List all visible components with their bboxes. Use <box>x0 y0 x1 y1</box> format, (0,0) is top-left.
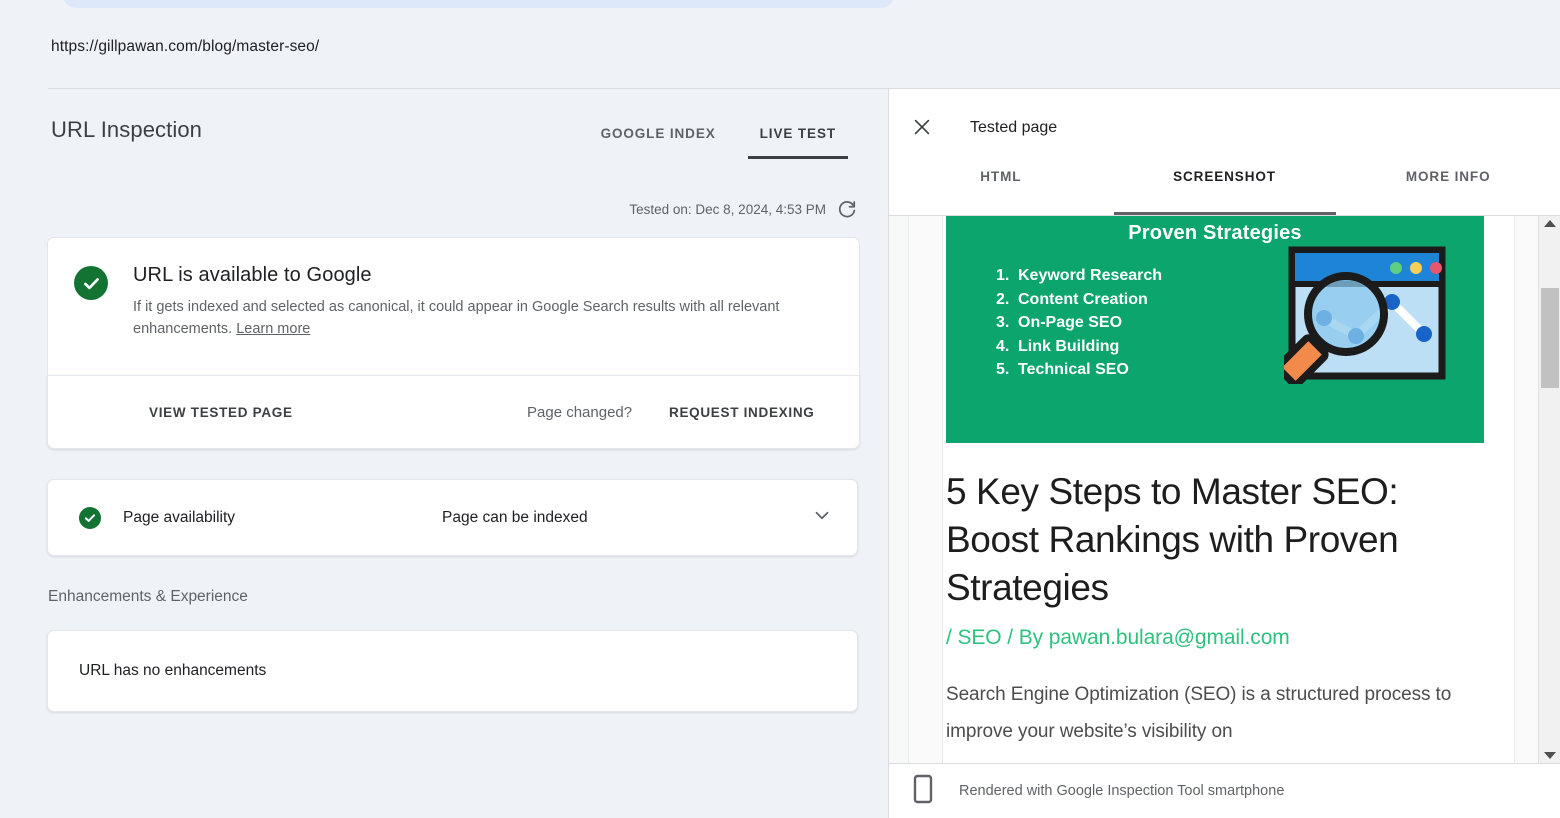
tab-html[interactable]: HTML <box>889 161 1113 215</box>
panel-title: Tested page <box>970 119 1058 136</box>
article-body-text: Search Engine Optimization (SEO) is a st… <box>946 684 1452 742</box>
article-meta: / SEO / By pawan.bulara@gmail.com <box>946 626 1290 649</box>
view-tested-page-button[interactable]: VIEW TESTED PAGE <box>149 405 293 420</box>
scrollbar-thumb[interactable] <box>1541 288 1559 388</box>
tab-screenshot[interactable]: SCREENSHOT <box>1113 161 1337 215</box>
preview-gutter-left-inner <box>909 216 943 763</box>
tab-google-index[interactable]: GOOGLE INDEX <box>579 120 738 159</box>
tested-on-text: Tested on: Dec 8, 2024, 4:53 PM <box>629 201 826 217</box>
check-circle-icon <box>74 266 108 300</box>
list-item-number: 5. <box>996 361 1010 378</box>
header-divider <box>48 88 888 89</box>
enhancements-card: URL has no enhancements <box>47 630 858 712</box>
status-description: If it gets indexed and selected as canon… <box>133 297 833 341</box>
screenshot-preview-area: Proven Strategies 1. Keyword Research 2. C… <box>889 216 1560 763</box>
browser-window-magnifier-chart-icon <box>1275 244 1450 389</box>
list-item-number: 3. <box>996 314 1010 331</box>
smartphone-icon <box>912 774 934 809</box>
page-availability-label: Page availability <box>123 508 236 526</box>
page-availability-row[interactable]: Page availability Page can be indexed <box>47 479 858 556</box>
list-item: 1. Keyword Research <box>996 264 1162 288</box>
search-bar-sliver[interactable] <box>62 0 895 8</box>
inspected-url: https://gillpawan.com/blog/master-seo/ <box>51 38 320 55</box>
enhancements-empty-text: URL has no enhancements <box>79 662 267 679</box>
list-item-number: 2. <box>996 290 1010 308</box>
check-circle-icon <box>79 506 101 529</box>
page-changed-label: Page changed? <box>527 403 633 421</box>
list-item-label: Technical SEO <box>1018 361 1129 378</box>
page-availability-value: Page can be indexed <box>442 508 588 526</box>
status-card-actions: VIEW TESTED PAGE Page changed? REQUEST I… <box>47 375 860 449</box>
status-card: URL is available to Google If it gets in… <box>47 237 860 375</box>
request-indexing-button[interactable]: REQUEST INDEXING <box>669 405 814 420</box>
refresh-icon[interactable] <box>836 198 858 220</box>
list-item: 5. Technical SEO <box>996 358 1162 382</box>
list-item: 4. Link Building <box>996 335 1162 359</box>
left-pane: https://gillpawan.com/blog/master-seo/ U… <box>0 0 895 818</box>
status-description-text: If it gets indexed and selected as canon… <box>133 299 780 337</box>
list-item-label: Keyword Research <box>1018 267 1163 284</box>
url-inspection-screen: https://gillpawan.com/blog/master-seo/ U… <box>0 0 1560 818</box>
rendered-page-preview: Proven Strategies 1. Keyword Research 2. C… <box>943 216 1514 763</box>
preview-gutter-right <box>1514 216 1538 763</box>
hero-title: Proven Strategies <box>1128 222 1302 244</box>
panel-footer: Rendered with Google Inspection Tool sma… <box>889 763 1560 818</box>
list-item-number: 1. <box>996 267 1010 284</box>
panel-header: Tested page <box>889 89 1560 161</box>
panel-tabs: HTML SCREENSHOT MORE INFO <box>889 161 1560 215</box>
list-item-label: On-Page SEO <box>1018 314 1123 331</box>
chevron-down-icon[interactable] <box>811 504 833 531</box>
list-item-label: Content Creation <box>1018 290 1148 308</box>
panel-footer-text: Rendered with Google Inspection Tool sma… <box>959 783 1285 799</box>
scroll-down-arrow-icon[interactable] <box>1539 752 1560 759</box>
article-title: 5 Key Steps to Master SEO: Boost Ranking… <box>946 471 1399 608</box>
learn-more-link[interactable]: Learn more <box>236 321 310 337</box>
scroll-up-arrow-icon[interactable] <box>1539 220 1560 227</box>
preview-scrollbar[interactable] <box>1538 216 1560 763</box>
preview-gutter-left <box>889 216 909 763</box>
page-title: URL Inspection <box>51 117 202 142</box>
main-tabs: GOOGLE INDEX LIVE TEST <box>579 120 858 159</box>
list-item: 2. Content Creation <box>996 288 1162 312</box>
enhancements-heading: Enhancements & Experience <box>48 588 248 605</box>
list-item-label: Link Building <box>1018 337 1120 355</box>
tab-live-test[interactable]: LIVE TEST <box>738 120 858 159</box>
list-item-number: 4. <box>996 337 1010 355</box>
tested-page-panel: Tested page HTML SCREENSHOT MORE INFO Pr… <box>888 88 1560 818</box>
list-item: 3. On-Page SEO <box>996 311 1162 335</box>
tested-on-row: Tested on: Dec 8, 2024, 4:53 PM <box>629 198 858 220</box>
status-title: URL is available to Google <box>133 264 372 286</box>
close-icon[interactable] <box>911 116 933 138</box>
tab-more-info[interactable]: MORE INFO <box>1336 161 1560 215</box>
article-preview: 5 Key Steps to Master SEO: Boost Ranking… <box>946 468 1491 750</box>
hero-steps-list: 1. Keyword Research 2. Content Creation 3.… <box>996 264 1162 382</box>
hero-banner: Proven Strategies 1. Keyword Research 2. C… <box>946 216 1484 443</box>
